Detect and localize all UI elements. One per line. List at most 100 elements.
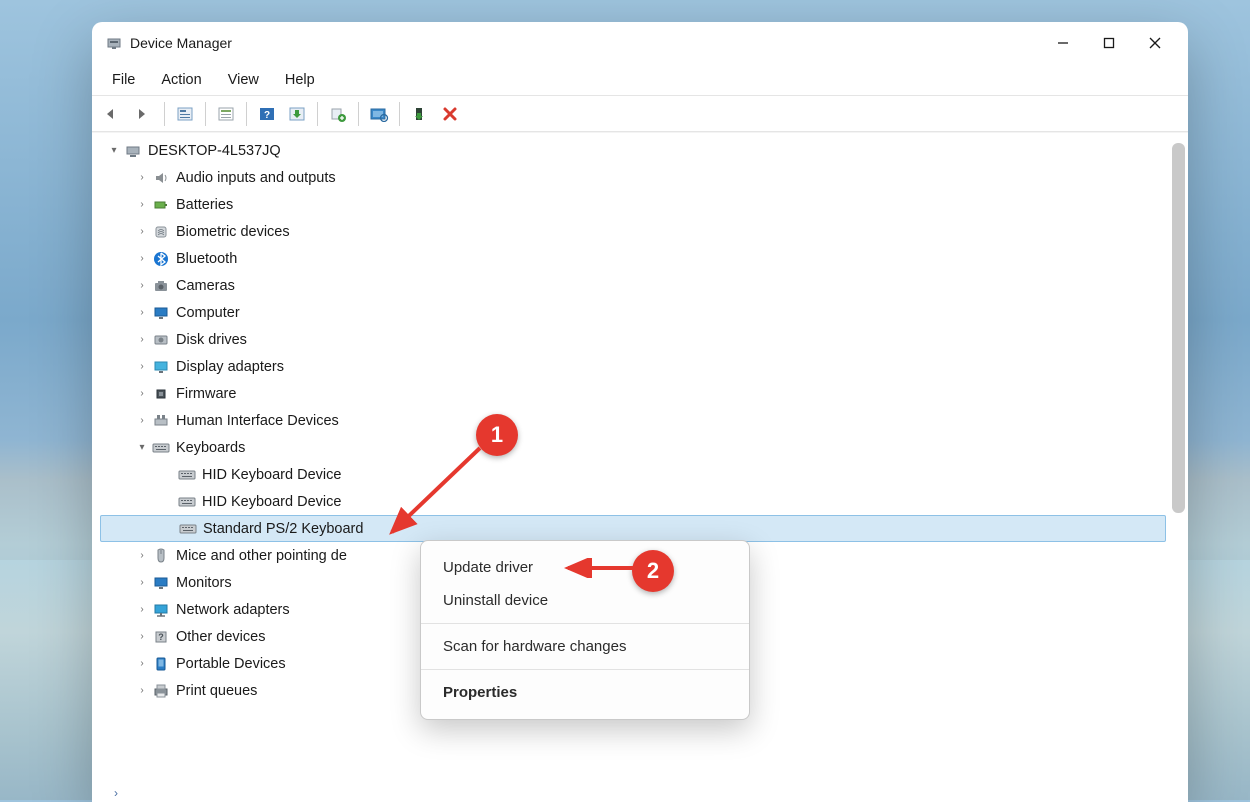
toolbar-separator — [205, 102, 206, 126]
tree-item-label: Mice and other pointing de — [176, 548, 347, 564]
chevron-right-icon[interactable]: › — [134, 685, 150, 696]
window-title: Device Manager — [130, 35, 232, 51]
tree-item-label: Batteries — [176, 197, 233, 213]
chevron-right-icon[interactable]: › — [134, 172, 150, 183]
toolbar-separator — [164, 102, 165, 126]
toolbar-separator — [246, 102, 247, 126]
maximize-button[interactable] — [1086, 27, 1132, 59]
toolbar-show-hidden-button[interactable] — [171, 100, 199, 128]
tree-device-standard-ps2-keyboard[interactable]: Standard PS/2 Keyboard — [100, 515, 1166, 542]
menu-file[interactable]: File — [102, 68, 145, 92]
tree-item-label: Network adapters — [176, 602, 290, 618]
chevron-down-icon[interactable]: ▾ — [134, 442, 150, 453]
chevron-right-icon[interactable]: › — [134, 226, 150, 237]
display-adapter-icon — [152, 358, 170, 376]
device-manager-icon — [106, 35, 122, 51]
context-menu-update-driver[interactable]: Update driver — [421, 551, 749, 584]
chevron-down-icon[interactable]: ▾ — [106, 145, 122, 156]
keyboard-icon — [179, 520, 197, 538]
toolbar-help-button[interactable]: ? — [253, 100, 281, 128]
context-menu-separator — [421, 623, 749, 624]
chevron-right-icon[interactable]: › — [134, 631, 150, 642]
tree-item-label: Cameras — [176, 278, 235, 294]
tree-item-label: Keyboards — [176, 440, 245, 456]
chevron-right-icon[interactable]: › — [134, 577, 150, 588]
svg-text:?: ? — [264, 110, 270, 121]
toolbar-enable-button[interactable] — [406, 100, 434, 128]
toolbar-back-button[interactable] — [100, 100, 128, 128]
chevron-right-icon: › — [100, 786, 118, 800]
toolbar-scan-button[interactable] — [365, 100, 393, 128]
monitor-icon — [152, 304, 170, 322]
tree-category-hid[interactable]: › Human Interface Devices — [100, 407, 1166, 434]
computer-icon — [124, 142, 142, 160]
tree-item-label: Print queues — [176, 683, 257, 699]
tree-item-label: Human Interface Devices — [176, 413, 339, 429]
titlebar: Device Manager — [92, 22, 1188, 64]
tree-category-disk-drives[interactable]: › Disk drives — [100, 326, 1166, 353]
mouse-icon — [152, 547, 170, 565]
tree-item-label: Bluetooth — [176, 251, 237, 267]
menu-action[interactable]: Action — [151, 68, 211, 92]
printer-icon — [152, 682, 170, 700]
tree-category-bluetooth[interactable]: › Bluetooth — [100, 245, 1166, 272]
chevron-right-icon[interactable]: › — [134, 604, 150, 615]
chevron-right-icon[interactable]: › — [134, 280, 150, 291]
toolbar-uninstall-button[interactable] — [324, 100, 352, 128]
chevron-right-icon[interactable]: › — [134, 253, 150, 264]
menu-help[interactable]: Help — [275, 68, 325, 92]
tree-item-label: Biometric devices — [176, 224, 290, 240]
window-controls — [1040, 27, 1178, 59]
tree-item-label: Monitors — [176, 575, 232, 591]
chip-icon — [152, 385, 170, 403]
toolbar-properties-button[interactable] — [212, 100, 240, 128]
vertical-scrollbar[interactable] — [1172, 143, 1185, 513]
tree-category-cameras[interactable]: › Cameras — [100, 272, 1166, 299]
chevron-right-icon[interactable]: › — [134, 307, 150, 318]
monitor-icon — [152, 574, 170, 592]
chevron-right-icon[interactable]: › — [134, 361, 150, 372]
chevron-right-icon[interactable]: › — [134, 388, 150, 399]
toolbar-separator — [317, 102, 318, 126]
context-menu-uninstall-device[interactable]: Uninstall device — [421, 584, 749, 617]
annotation-badge-1: 1 — [476, 414, 518, 456]
chevron-right-icon[interactable]: › — [134, 658, 150, 669]
hid-icon — [152, 412, 170, 430]
chevron-right-icon[interactable]: › — [134, 334, 150, 345]
tree-item-label: Disk drives — [176, 332, 247, 348]
tree-device-hid-keyboard-1[interactable]: HID Keyboard Device — [100, 461, 1166, 488]
keyboard-icon — [152, 439, 170, 457]
tree-root[interactable]: ▾ DESKTOP-4L537JQ — [100, 137, 1166, 164]
chevron-right-icon[interactable]: › — [134, 550, 150, 561]
chevron-right-icon[interactable]: › — [134, 415, 150, 426]
tree-item-label: Portable Devices — [176, 656, 286, 672]
toolbar-remove-button[interactable] — [436, 100, 464, 128]
tree-item-label: Display adapters — [176, 359, 284, 375]
tree-category-audio[interactable]: › Audio inputs and outputs — [100, 164, 1166, 191]
tree-item-label: HID Keyboard Device — [202, 494, 341, 510]
speaker-icon — [152, 169, 170, 187]
context-menu-separator — [421, 669, 749, 670]
tree-category-biometric[interactable]: › Biometric devices — [100, 218, 1166, 245]
svg-text:?: ? — [158, 632, 164, 642]
toolbar-update-driver-button[interactable] — [283, 100, 311, 128]
menubar: File Action View Help — [92, 64, 1188, 96]
tree-category-batteries[interactable]: › Batteries — [100, 191, 1166, 218]
tree-item-label: Firmware — [176, 386, 236, 402]
chevron-right-icon[interactable]: › — [134, 199, 150, 210]
tree-device-hid-keyboard-2[interactable]: HID Keyboard Device — [100, 488, 1166, 515]
tree-category-computer[interactable]: › Computer — [100, 299, 1166, 326]
tree-category-display-adapters[interactable]: › Display adapters — [100, 353, 1166, 380]
toolbar-forward-button[interactable] — [130, 100, 158, 128]
close-button[interactable] — [1132, 27, 1178, 59]
horizontal-scroll-hint[interactable]: › — [100, 784, 1166, 802]
toolbar-separator — [399, 102, 400, 126]
tree-category-keyboards[interactable]: ▾ Keyboards — [100, 434, 1166, 461]
menu-view[interactable]: View — [218, 68, 269, 92]
context-menu: Update driver Uninstall device Scan for … — [420, 540, 750, 720]
context-menu-properties[interactable]: Properties — [421, 676, 749, 709]
tree-category-firmware[interactable]: › Firmware — [100, 380, 1166, 407]
context-menu-scan-hardware[interactable]: Scan for hardware changes — [421, 630, 749, 663]
minimize-button[interactable] — [1040, 27, 1086, 59]
tree-item-label: HID Keyboard Device — [202, 467, 341, 483]
